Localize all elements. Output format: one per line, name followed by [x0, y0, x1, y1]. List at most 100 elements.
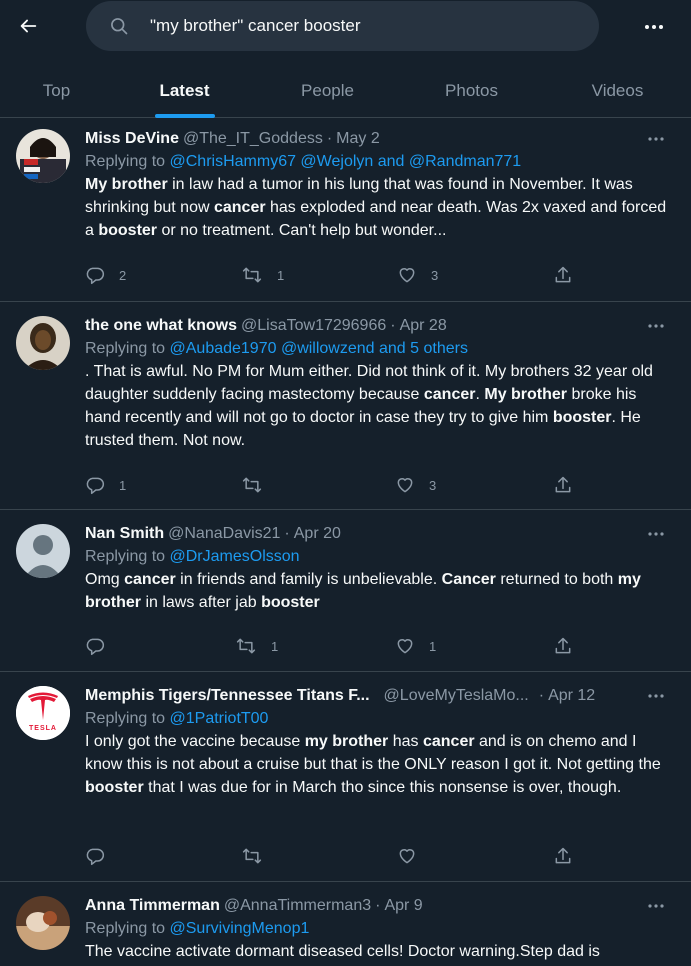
author-handle[interactable]: @NanaDavis21 — [168, 525, 280, 543]
author-name[interactable]: Nan Smith — [85, 525, 164, 543]
highlighted-term: My brother — [85, 176, 168, 193]
author-name[interactable]: Anna Timmerman — [85, 897, 220, 915]
mention-links[interactable]: @DrJamesOlsson — [170, 548, 300, 565]
text-segment: The vaccine activate dormant diseased ce… — [85, 943, 600, 960]
tweet-date[interactable]: Apr 20 — [294, 525, 341, 543]
avatar[interactable] — [16, 129, 70, 183]
more-horizontal-icon — [648, 324, 664, 328]
retweet-button[interactable]: 1 — [235, 634, 278, 658]
tweet-date[interactable]: Apr 12 — [548, 687, 595, 705]
tweet[interactable]: Anna Timmerman @AnnaTimmerman3 · Apr 9 R… — [0, 882, 691, 966]
replying-label: Replying to — [85, 920, 166, 937]
like-button[interactable]: 1 — [395, 634, 436, 658]
highlighted-term: booster — [85, 779, 144, 796]
avatar[interactable] — [16, 896, 70, 950]
tab-people[interactable]: People — [256, 64, 399, 118]
replying-to: Replying to @Aubade1970 @willowzend and … — [85, 338, 671, 360]
like-button[interactable] — [397, 844, 431, 868]
tweet[interactable]: Nan Smith @NanaDavis21 · Apr 20 Replying… — [0, 510, 691, 672]
mention-links[interactable]: @1PatriotT00 — [170, 710, 269, 727]
tweet-more-button[interactable] — [645, 315, 667, 337]
tweet[interactable]: Miss DeVine @The_IT_Goddess · May 2 Repl… — [0, 118, 691, 302]
more-horizontal-icon — [648, 137, 664, 141]
tweet[interactable]: the one what knows @LisaTow17296966 · Ap… — [0, 302, 691, 510]
highlighted-term: booster — [261, 594, 320, 611]
tab-top[interactable]: Top — [0, 64, 113, 118]
share-button[interactable] — [553, 844, 573, 868]
tweet-more-button[interactable] — [645, 128, 667, 150]
highlighted-term: my brother — [304, 733, 389, 750]
search-input[interactable] — [150, 16, 570, 36]
tweet-text: My brother in law had a tumor in his lun… — [85, 173, 671, 242]
more-options-button[interactable] — [638, 11, 670, 43]
share-button[interactable] — [553, 473, 573, 497]
tweet-date[interactable]: May 2 — [336, 130, 380, 148]
author-handle[interactable]: @LisaTow17296966 — [241, 317, 386, 335]
tweet-actions: 2 1 3 — [85, 263, 585, 287]
tab-latest[interactable]: Latest — [113, 64, 256, 118]
reply-button[interactable]: 1 — [85, 473, 126, 497]
reply-icon — [86, 848, 105, 866]
avatar-logo-text: TESLA — [29, 725, 57, 732]
like-count: 1 — [429, 638, 437, 654]
search-box[interactable] — [86, 1, 599, 51]
avatar[interactable]: TESLA — [16, 686, 70, 740]
separator: · — [375, 897, 381, 914]
share-icon — [555, 266, 571, 283]
retweet-button[interactable]: 1 — [241, 263, 284, 287]
share-button[interactable] — [553, 263, 573, 287]
author-name[interactable]: Memphis Tigers/Tennessee Titans F... — [85, 687, 370, 705]
replying-label: Replying to — [85, 710, 166, 727]
tweet-more-button[interactable] — [645, 523, 667, 545]
tweet-date[interactable]: Apr 9 — [384, 897, 422, 915]
search-header: Top Latest People Photos Videos — [0, 0, 691, 118]
author-name[interactable]: the one what knows — [85, 317, 237, 335]
tab-label: Top — [42, 81, 71, 100]
highlighted-term: cancer — [423, 386, 476, 403]
tab-label: Latest — [159, 81, 210, 100]
highlighted-term: My brother — [484, 386, 568, 403]
retweet-button[interactable] — [241, 473, 277, 497]
tweet[interactable]: TESLA Memphis Tigers/Tennessee Titans F.… — [0, 672, 691, 882]
reply-count: 2 — [119, 267, 127, 283]
author-handle[interactable]: @The_IT_Goddess — [183, 130, 323, 148]
author-name[interactable]: Miss DeVine — [85, 130, 179, 148]
search-tabs: Top Latest People Photos Videos — [0, 64, 691, 118]
reply-count: 1 — [119, 477, 127, 493]
author-handle[interactable]: @LoveMyTeslaMo... — [384, 687, 529, 705]
tweet-date[interactable]: Apr 28 — [400, 317, 447, 335]
text-segment: I only got the vaccine because — [85, 733, 305, 750]
replying-to: Replying to @DrJamesOlsson — [85, 546, 671, 568]
retweet-icon — [242, 477, 262, 493]
tweet-more-button[interactable] — [645, 685, 667, 707]
tweet-text: The vaccine activate dormant diseased ce… — [85, 940, 671, 963]
reply-button[interactable] — [85, 634, 119, 658]
mention-links[interactable]: @SurvivingMenop1 — [170, 920, 310, 937]
mention-links[interactable]: @Aubade1970 @willowzend and 5 others — [170, 340, 468, 357]
reply-icon — [86, 638, 105, 656]
retweet-button[interactable] — [241, 844, 277, 868]
share-button[interactable] — [553, 634, 573, 658]
like-count: 3 — [431, 267, 439, 283]
reply-icon — [86, 477, 105, 495]
heart-icon — [397, 478, 413, 493]
author-handle[interactable]: @AnnaTimmerman3 — [224, 897, 371, 915]
tab-photos[interactable]: Photos — [399, 64, 544, 118]
tweet-more-button[interactable] — [645, 895, 667, 917]
mention-links[interactable]: @ChrisHammy67 @Wejolyn and @Randman771 — [170, 153, 522, 170]
text-segment: in friends and family is unbelievable. — [175, 571, 442, 588]
avatar[interactable] — [16, 524, 70, 578]
retweet-icon — [236, 638, 256, 654]
highlighted-term: booster — [98, 222, 158, 239]
separator: · — [538, 687, 545, 704]
text-segment: Omg — [85, 571, 125, 588]
tab-videos[interactable]: Videos — [544, 64, 691, 118]
like-button[interactable]: 3 — [397, 263, 438, 287]
like-button[interactable]: 3 — [395, 473, 436, 497]
back-button[interactable] — [12, 10, 44, 42]
avatar[interactable] — [16, 316, 70, 370]
reply-button[interactable] — [85, 844, 119, 868]
reply-button[interactable]: 2 — [85, 263, 126, 287]
tab-label: People — [301, 81, 354, 100]
heart-icon — [397, 639, 413, 654]
